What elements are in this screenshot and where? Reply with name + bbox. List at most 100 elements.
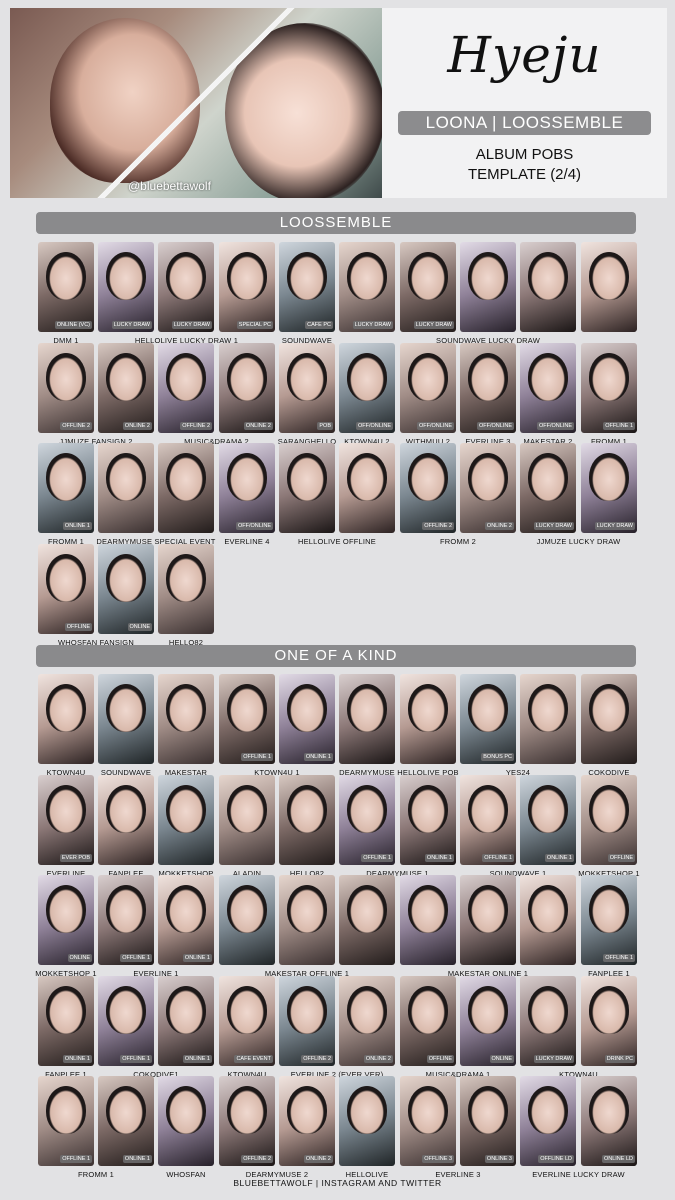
photocard-tag: ONLINE 1	[62, 1055, 92, 1063]
photocard: OFF/ONLINE	[460, 343, 516, 433]
photocard-tag: OFFLINE	[607, 854, 635, 862]
photocard	[400, 875, 456, 965]
photocard	[38, 674, 94, 764]
photocard-tag: ONLINE (VC)	[54, 321, 92, 329]
photocard-portrait	[166, 453, 206, 501]
photocard-portrait	[46, 785, 86, 833]
photocard	[520, 875, 576, 965]
photocard: ONLINE 2	[460, 443, 516, 533]
photocard-portrait	[347, 986, 387, 1034]
photocard: OFFLINE 1	[98, 976, 154, 1066]
photocard: OFFLINE	[38, 544, 94, 634]
photocard	[339, 443, 395, 533]
photocard-tag: OFFLINE 2	[422, 522, 454, 530]
photocard: OFFLINE 1	[460, 775, 516, 865]
photocard-portrait	[528, 453, 568, 501]
photocard-tag: OFFLINE 1	[361, 854, 393, 862]
photocard	[400, 674, 456, 764]
photocard-tag: OFFLINE 2	[241, 1155, 273, 1163]
photocard-portrait	[227, 1086, 267, 1134]
photocard-portrait	[528, 252, 568, 300]
photocard-portrait	[589, 684, 629, 732]
photocard-tag: ONLINE 2	[303, 1155, 333, 1163]
photocard	[520, 674, 576, 764]
photocard-tag: ONLINE 1	[544, 854, 574, 862]
photocard-tag: OFFLINE LD	[538, 1155, 574, 1163]
photocard-portrait	[227, 684, 267, 732]
photocard-portrait	[347, 785, 387, 833]
photocard-portrait	[408, 353, 448, 401]
photocard-portrait	[347, 1086, 387, 1134]
photocard: LUCKY DRAW	[158, 242, 214, 332]
photocard-portrait	[528, 353, 568, 401]
photocard-portrait	[166, 785, 206, 833]
photocard: ONLINE 1	[520, 775, 576, 865]
photocard-portrait	[287, 885, 327, 933]
photocard-portrait	[227, 252, 267, 300]
photocard: OFFLINE 2	[38, 343, 94, 433]
photocard	[98, 443, 154, 533]
photocard-portrait	[408, 1086, 448, 1134]
photocard	[581, 674, 637, 764]
photocard-tag: ONLINE	[67, 954, 92, 962]
photocard: ONLINE	[460, 976, 516, 1066]
photocard-portrait	[347, 885, 387, 933]
photocard-portrait	[468, 353, 508, 401]
photocard	[460, 242, 516, 332]
photocard-portrait	[408, 885, 448, 933]
photocard	[339, 1076, 395, 1166]
photocard	[98, 775, 154, 865]
photocard: POB	[279, 343, 335, 433]
photocard	[219, 775, 275, 865]
photocard-tag: OFF/ONLINE	[476, 422, 514, 430]
photocard-tag: BONUS PC	[481, 753, 514, 761]
subtitle-template: TEMPLATE (2/4)	[467, 166, 582, 183]
photocard-portrait	[46, 252, 86, 300]
footer-credit: BLUEBETTAWOLF | INSTAGRAM AND TWITTER	[233, 1178, 442, 1188]
photocard	[279, 775, 335, 865]
photocard-portrait	[106, 986, 146, 1034]
photocard-portrait	[468, 785, 508, 833]
photocard-portrait	[227, 785, 267, 833]
photocard-tag: POB	[317, 422, 333, 430]
photocard: OFFLINE 2	[219, 1076, 275, 1166]
photocard-portrait	[227, 353, 267, 401]
photocard: ONLINE 1	[98, 1076, 154, 1166]
photocard-portrait	[46, 885, 86, 933]
photocard	[158, 544, 214, 634]
photocard-portrait	[106, 353, 146, 401]
photocard-portrait	[589, 453, 629, 501]
photocard-portrait	[468, 252, 508, 300]
photocard-tag: OFFLINE 3	[422, 1155, 454, 1163]
photocard-portrait	[528, 986, 568, 1034]
photocard-portrait	[166, 252, 206, 300]
section-header: ONE OF A KIND	[36, 645, 636, 667]
photocard-tag: ONLINE 2	[363, 1055, 393, 1063]
photocard-portrait	[347, 453, 387, 501]
photocard: ONLINE 1	[38, 976, 94, 1066]
photocard	[158, 1076, 214, 1166]
photocard-portrait	[46, 453, 86, 501]
photocard	[219, 875, 275, 965]
photocard-portrait	[347, 353, 387, 401]
photocard-portrait	[468, 684, 508, 732]
photocard: OFFLINE	[400, 976, 456, 1066]
photocard	[98, 674, 154, 764]
photocard-portrait	[287, 453, 327, 501]
photocard-tag: ONLINE 2	[484, 522, 514, 530]
photocard: ONLINE 1	[400, 775, 456, 865]
photocard-portrait	[468, 453, 508, 501]
photocard-portrait	[106, 785, 146, 833]
photocard-portrait	[528, 885, 568, 933]
photocard-tag: OFF/ONLINE	[235, 522, 273, 530]
photocard: LUCKY DRAW	[520, 443, 576, 533]
photocard: OFFLINE 2	[158, 343, 214, 433]
photocard: ONLINE 2	[339, 976, 395, 1066]
photocard-portrait	[589, 252, 629, 300]
photocard-portrait	[589, 353, 629, 401]
photocard: ONLINE 1	[158, 875, 214, 965]
photocard-tag: LUCKY DRAW	[533, 1055, 574, 1063]
photocard-tag: CAFE EVENT	[234, 1055, 273, 1063]
photocard	[460, 875, 516, 965]
photocard: OFFLINE	[581, 775, 637, 865]
